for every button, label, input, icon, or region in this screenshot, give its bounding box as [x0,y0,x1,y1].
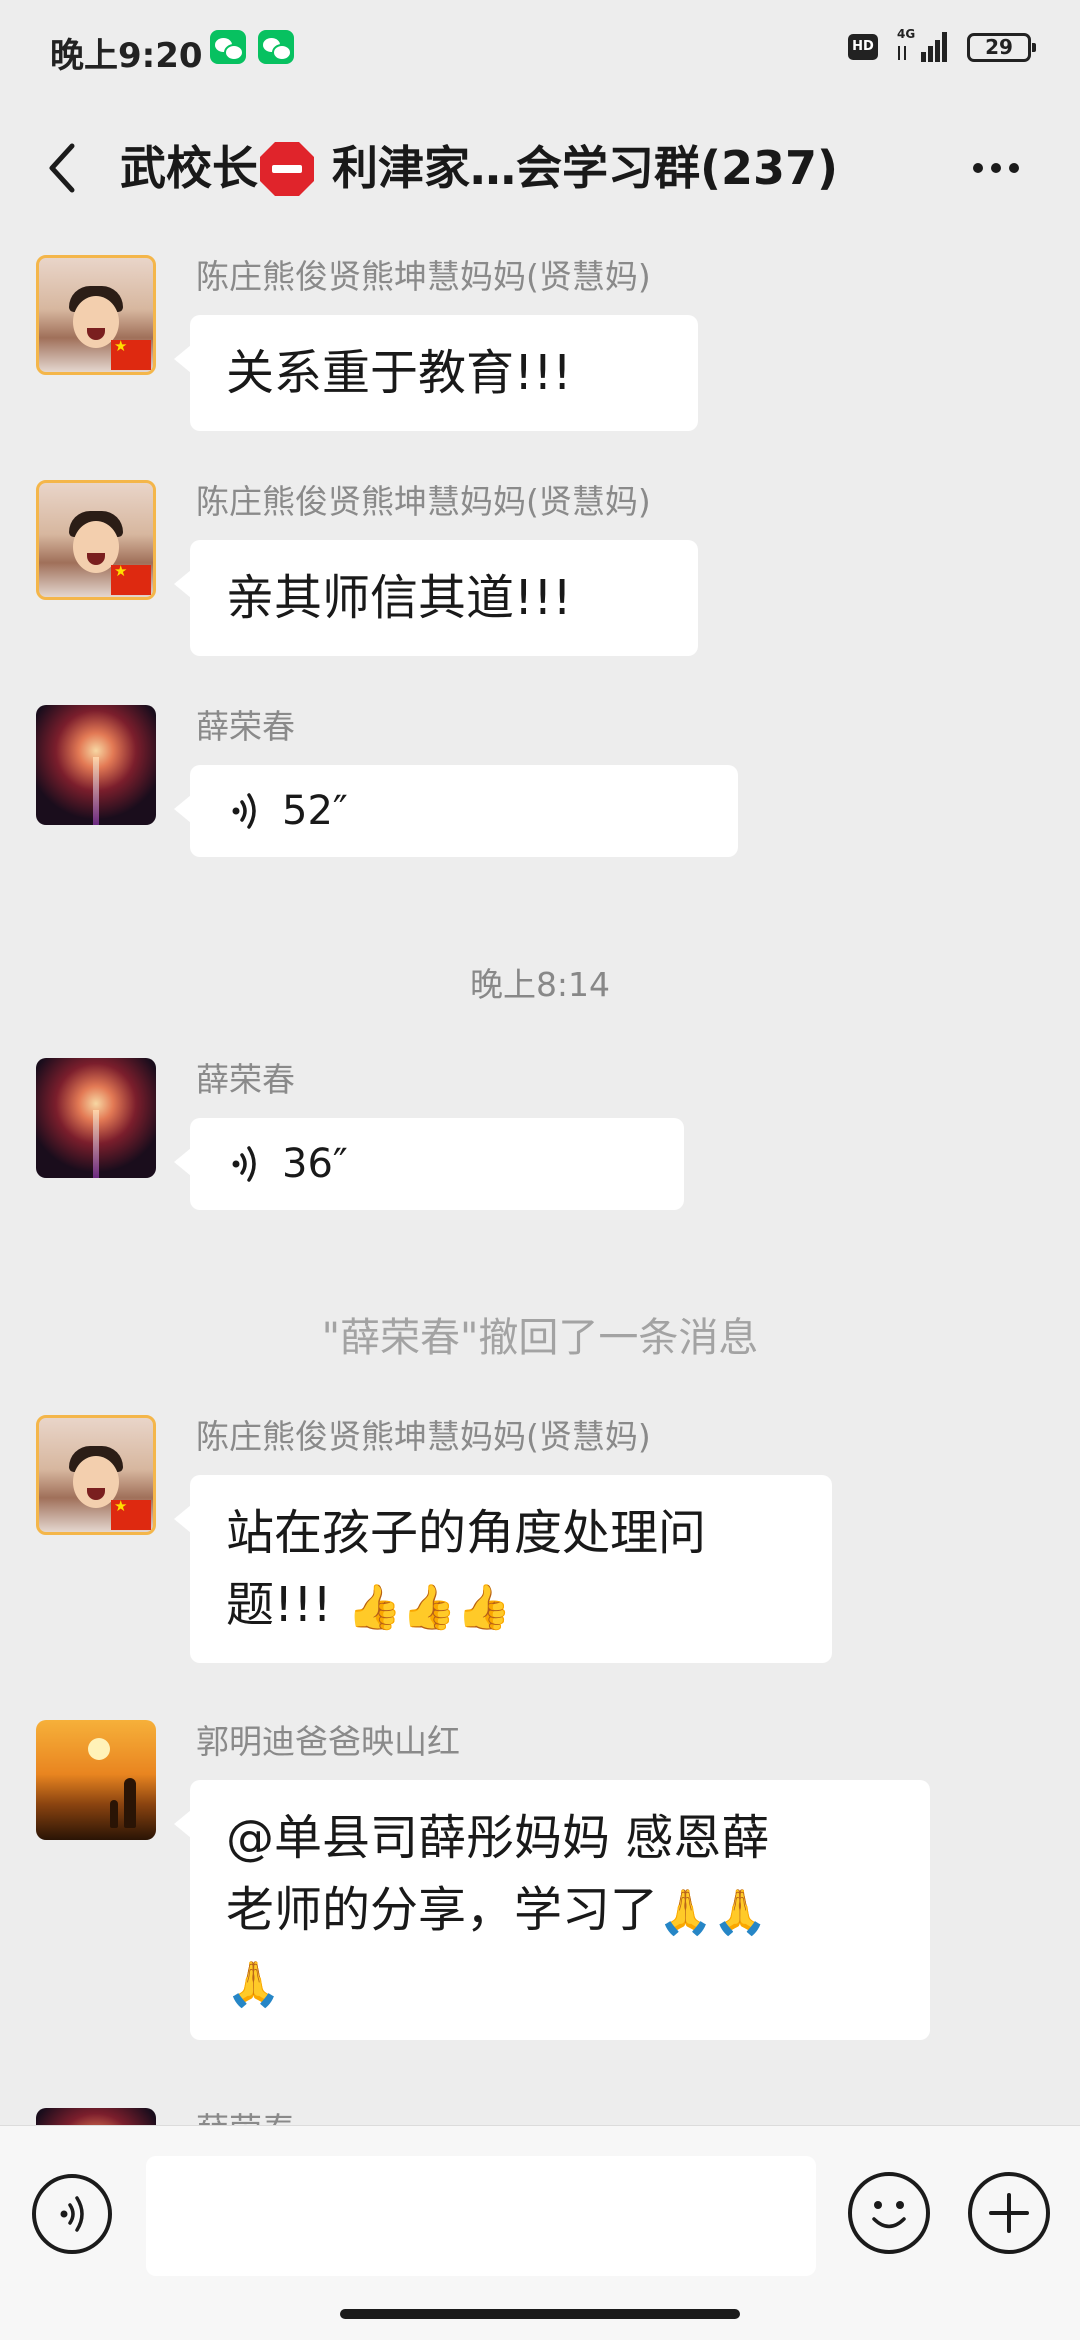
sender-name: 薛荣春 [196,2108,295,2125]
message-bubble[interactable]: 亲其师信其道!!! [174,540,698,656]
chat-title-prefix: 武校长 [120,141,258,195]
home-indicator[interactable] [340,2309,740,2319]
sender-name: 郭明迪爸爸映山红 [196,1722,460,1761]
china-flag-icon [111,562,151,595]
voice-message-bubble[interactable]: 52″ [174,765,738,857]
sender-name: 陈庄熊俊贤熊坤慧妈妈(贤慧妈) [196,482,651,521]
folded-hands-emoji-icon: 🙏 [226,1959,281,2010]
thumbs-up-emoji-icon: 👍👍👍 [347,1582,512,1633]
input-bar [0,2125,1080,2340]
voice-wave-icon [232,793,256,829]
message-bubble[interactable]: 关系重于教育!!! [174,315,698,431]
message-text-line: @单县司薛彤妈妈 感恩薛 [226,1810,770,1866]
network-label: 4G [897,27,915,41]
message-text: 亲其师信其道!!! [226,570,572,626]
status-time: 晚上9:20 [50,36,203,76]
battery-indicator: 29 [967,33,1036,62]
folded-hands-emoji-icon: 🙏🙏 [658,1887,768,1938]
chat-title: 武校长 利津家…会学习群(237) [120,138,838,198]
stop-sign-icon [260,141,314,196]
sender-name: 薛荣春 [196,707,295,746]
hd-badge: HD [848,34,878,60]
chat-header: 武校长 利津家…会学习群(237) [0,110,1080,230]
voice-message-bubble[interactable]: 36″ [174,1118,684,1210]
sender-name: 陈庄熊俊贤熊坤慧妈妈(贤慧妈) [196,257,651,296]
wechat-notification-icon [210,30,246,64]
sender-name: 薛荣春 [196,1060,295,1099]
message-text-line: 老师的分享，学习了 [226,1882,659,1938]
sender-avatar[interactable] [36,1058,156,1178]
wechat-notification-icon [258,30,294,64]
status-bar: 晚上9:20 HD 4G 29 [0,0,1080,96]
voice-duration: 36″ [282,1141,348,1187]
sender-avatar[interactable] [36,705,156,825]
voice-input-toggle-icon[interactable] [32,2174,112,2254]
sender-avatar[interactable] [36,2108,156,2125]
message-input[interactable] [146,2156,816,2276]
signal-icon: 4G [897,27,947,62]
message-text: 关系重于教育!!! [226,345,572,401]
sender-avatar[interactable] [36,1415,156,1535]
voice-wave-icon [232,1146,256,1182]
more-options-icon[interactable] [966,138,1026,198]
sender-avatar[interactable] [36,255,156,375]
emoji-icon[interactable] [848,2172,930,2254]
back-arrow-icon[interactable] [36,138,96,198]
recall-notice: "薛荣春"撤回了一条消息 [321,1315,759,1361]
message-bubble[interactable]: @单县司薛彤妈妈 感恩薛 老师的分享，学习了🙏🙏 🙏 [174,1780,930,2040]
china-flag-icon [111,1497,151,1530]
message-bubble[interactable]: 站在孩子的角度处理问 题!!! 👍👍👍 [174,1475,832,1663]
time-divider: 晚上8:14 [469,965,611,1004]
sender-avatar[interactable] [36,480,156,600]
china-flag-icon [111,337,151,370]
sender-avatar[interactable] [36,1720,156,1840]
chat-messages[interactable]: 陈庄熊俊贤熊坤慧妈妈(贤慧妈) 关系重于教育!!! 陈庄熊俊贤熊坤慧妈妈(贤慧妈… [0,240,1080,2125]
plus-icon[interactable] [968,2172,1050,2254]
message-text-line: 题!!! [226,1577,347,1633]
chat-title-suffix: 利津家…会学习群(237) [316,141,839,195]
sender-name: 陈庄熊俊贤熊坤慧妈妈(贤慧妈) [196,1417,651,1456]
message-text-line: 站在孩子的角度处理问 [226,1505,707,1561]
voice-duration: 52″ [282,788,348,834]
